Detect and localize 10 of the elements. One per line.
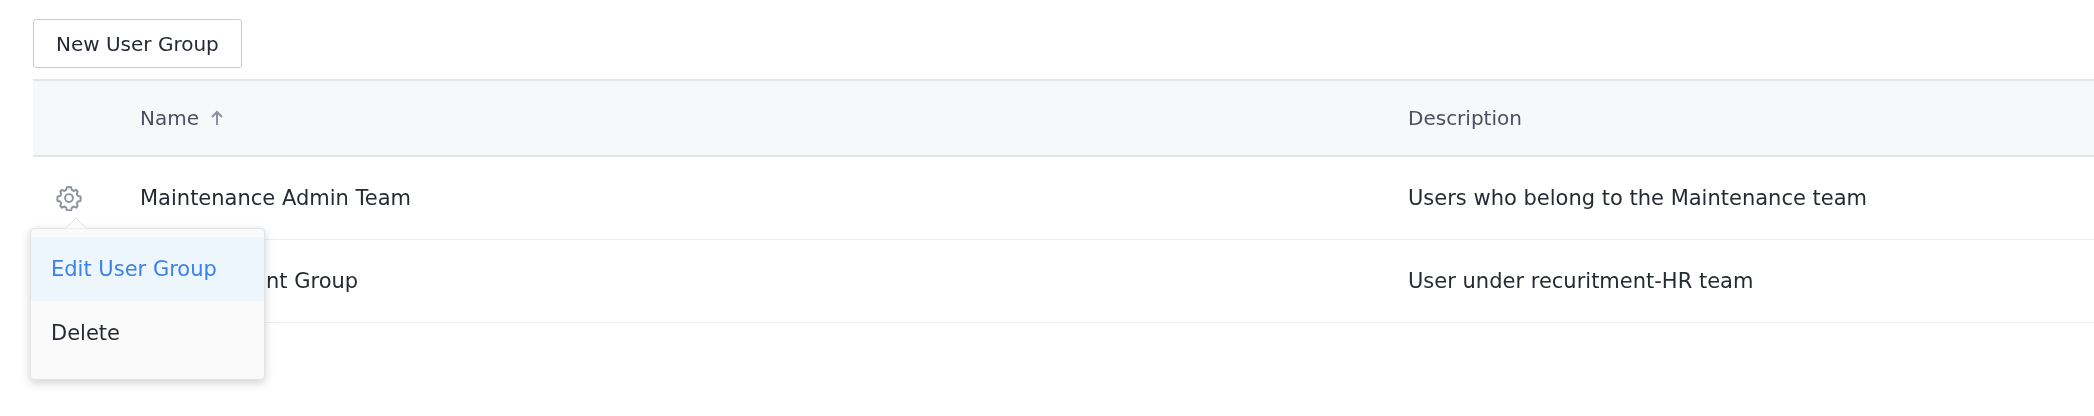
table-cell: Maintenance Admin Team bbox=[140, 186, 412, 210]
sort-arrow-icon[interactable] bbox=[211, 110, 223, 126]
column-header[interactable]: Description bbox=[1408, 106, 1522, 130]
column-header[interactable]: Name bbox=[140, 106, 199, 130]
menu-item[interactable]: Delete bbox=[31, 301, 264, 365]
table-cell: Users who belong to the Maintenance team bbox=[1408, 186, 1868, 210]
table-cell: nt Group bbox=[266, 269, 359, 293]
new-user-group-button[interactable]: New User Group bbox=[33, 19, 242, 68]
settings-icon[interactable] bbox=[55, 185, 82, 211]
table-cell: User under recuritment-HR team bbox=[1408, 269, 1754, 293]
